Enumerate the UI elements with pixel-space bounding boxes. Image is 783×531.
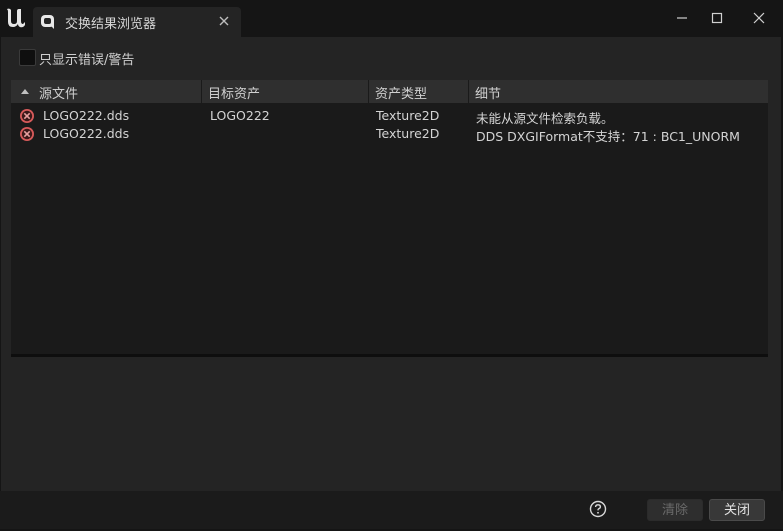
- target-asset-cell: LOGO222: [210, 108, 270, 123]
- clear-button[interactable]: 清除: [647, 499, 703, 521]
- close-window-button[interactable]: [744, 6, 774, 30]
- results-list[interactable]: 源文件 目标资产 资产类型 细节 LOGO222.dds LOGO222 Tex…: [11, 80, 768, 357]
- source-file-cell: LOGO222.dds: [43, 108, 130, 123]
- detail-cell: DDS DXGIFormat不支持：71 : BC1_UNORM: [476, 129, 740, 144]
- maximize-button[interactable]: [702, 6, 732, 30]
- tab-title: 交换结果浏览器: [65, 17, 157, 32]
- tab-interchange-results[interactable]: 交换结果浏览器: [33, 7, 241, 37]
- table-row[interactable]: LOGO222.dds Texture2D DDS DXGIFormat不支持：…: [11, 125, 768, 144]
- unreal-logo-icon: [7, 8, 25, 28]
- column-header-source[interactable]: 源文件: [11, 80, 202, 103]
- details-area: [11, 360, 768, 490]
- error-icon: [20, 127, 34, 141]
- column-header-type[interactable]: 资产类型: [369, 80, 469, 103]
- error-icon: [20, 109, 34, 123]
- maximize-icon: [711, 12, 723, 24]
- sort-ascending-icon: [21, 89, 29, 94]
- list-header: 源文件 目标资产 资产类型 细节: [11, 80, 768, 103]
- close-button[interactable]: 关闭: [709, 499, 765, 521]
- minimize-icon: [677, 17, 687, 19]
- column-header-detail[interactable]: 细节: [469, 80, 768, 103]
- errors-only-checkbox[interactable]: [19, 49, 36, 66]
- close-tab-icon[interactable]: [217, 14, 231, 28]
- asset-type-cell: Texture2D: [376, 108, 440, 123]
- help-icon[interactable]: [589, 500, 607, 518]
- minimize-button[interactable]: [667, 6, 697, 30]
- source-file-cell: LOGO222.dds: [43, 126, 130, 141]
- message-log-icon: [41, 15, 54, 29]
- table-row[interactable]: LOGO222.dds LOGO222 Texture2D 未能从源文件检索负载…: [11, 107, 768, 126]
- title-bar[interactable]: 交换结果浏览器: [0, 0, 783, 38]
- errors-only-label: 只显示错误/警告: [39, 53, 135, 68]
- close-icon: [753, 12, 765, 24]
- column-header-target[interactable]: 目标资产: [202, 80, 369, 103]
- asset-type-cell: Texture2D: [376, 126, 440, 141]
